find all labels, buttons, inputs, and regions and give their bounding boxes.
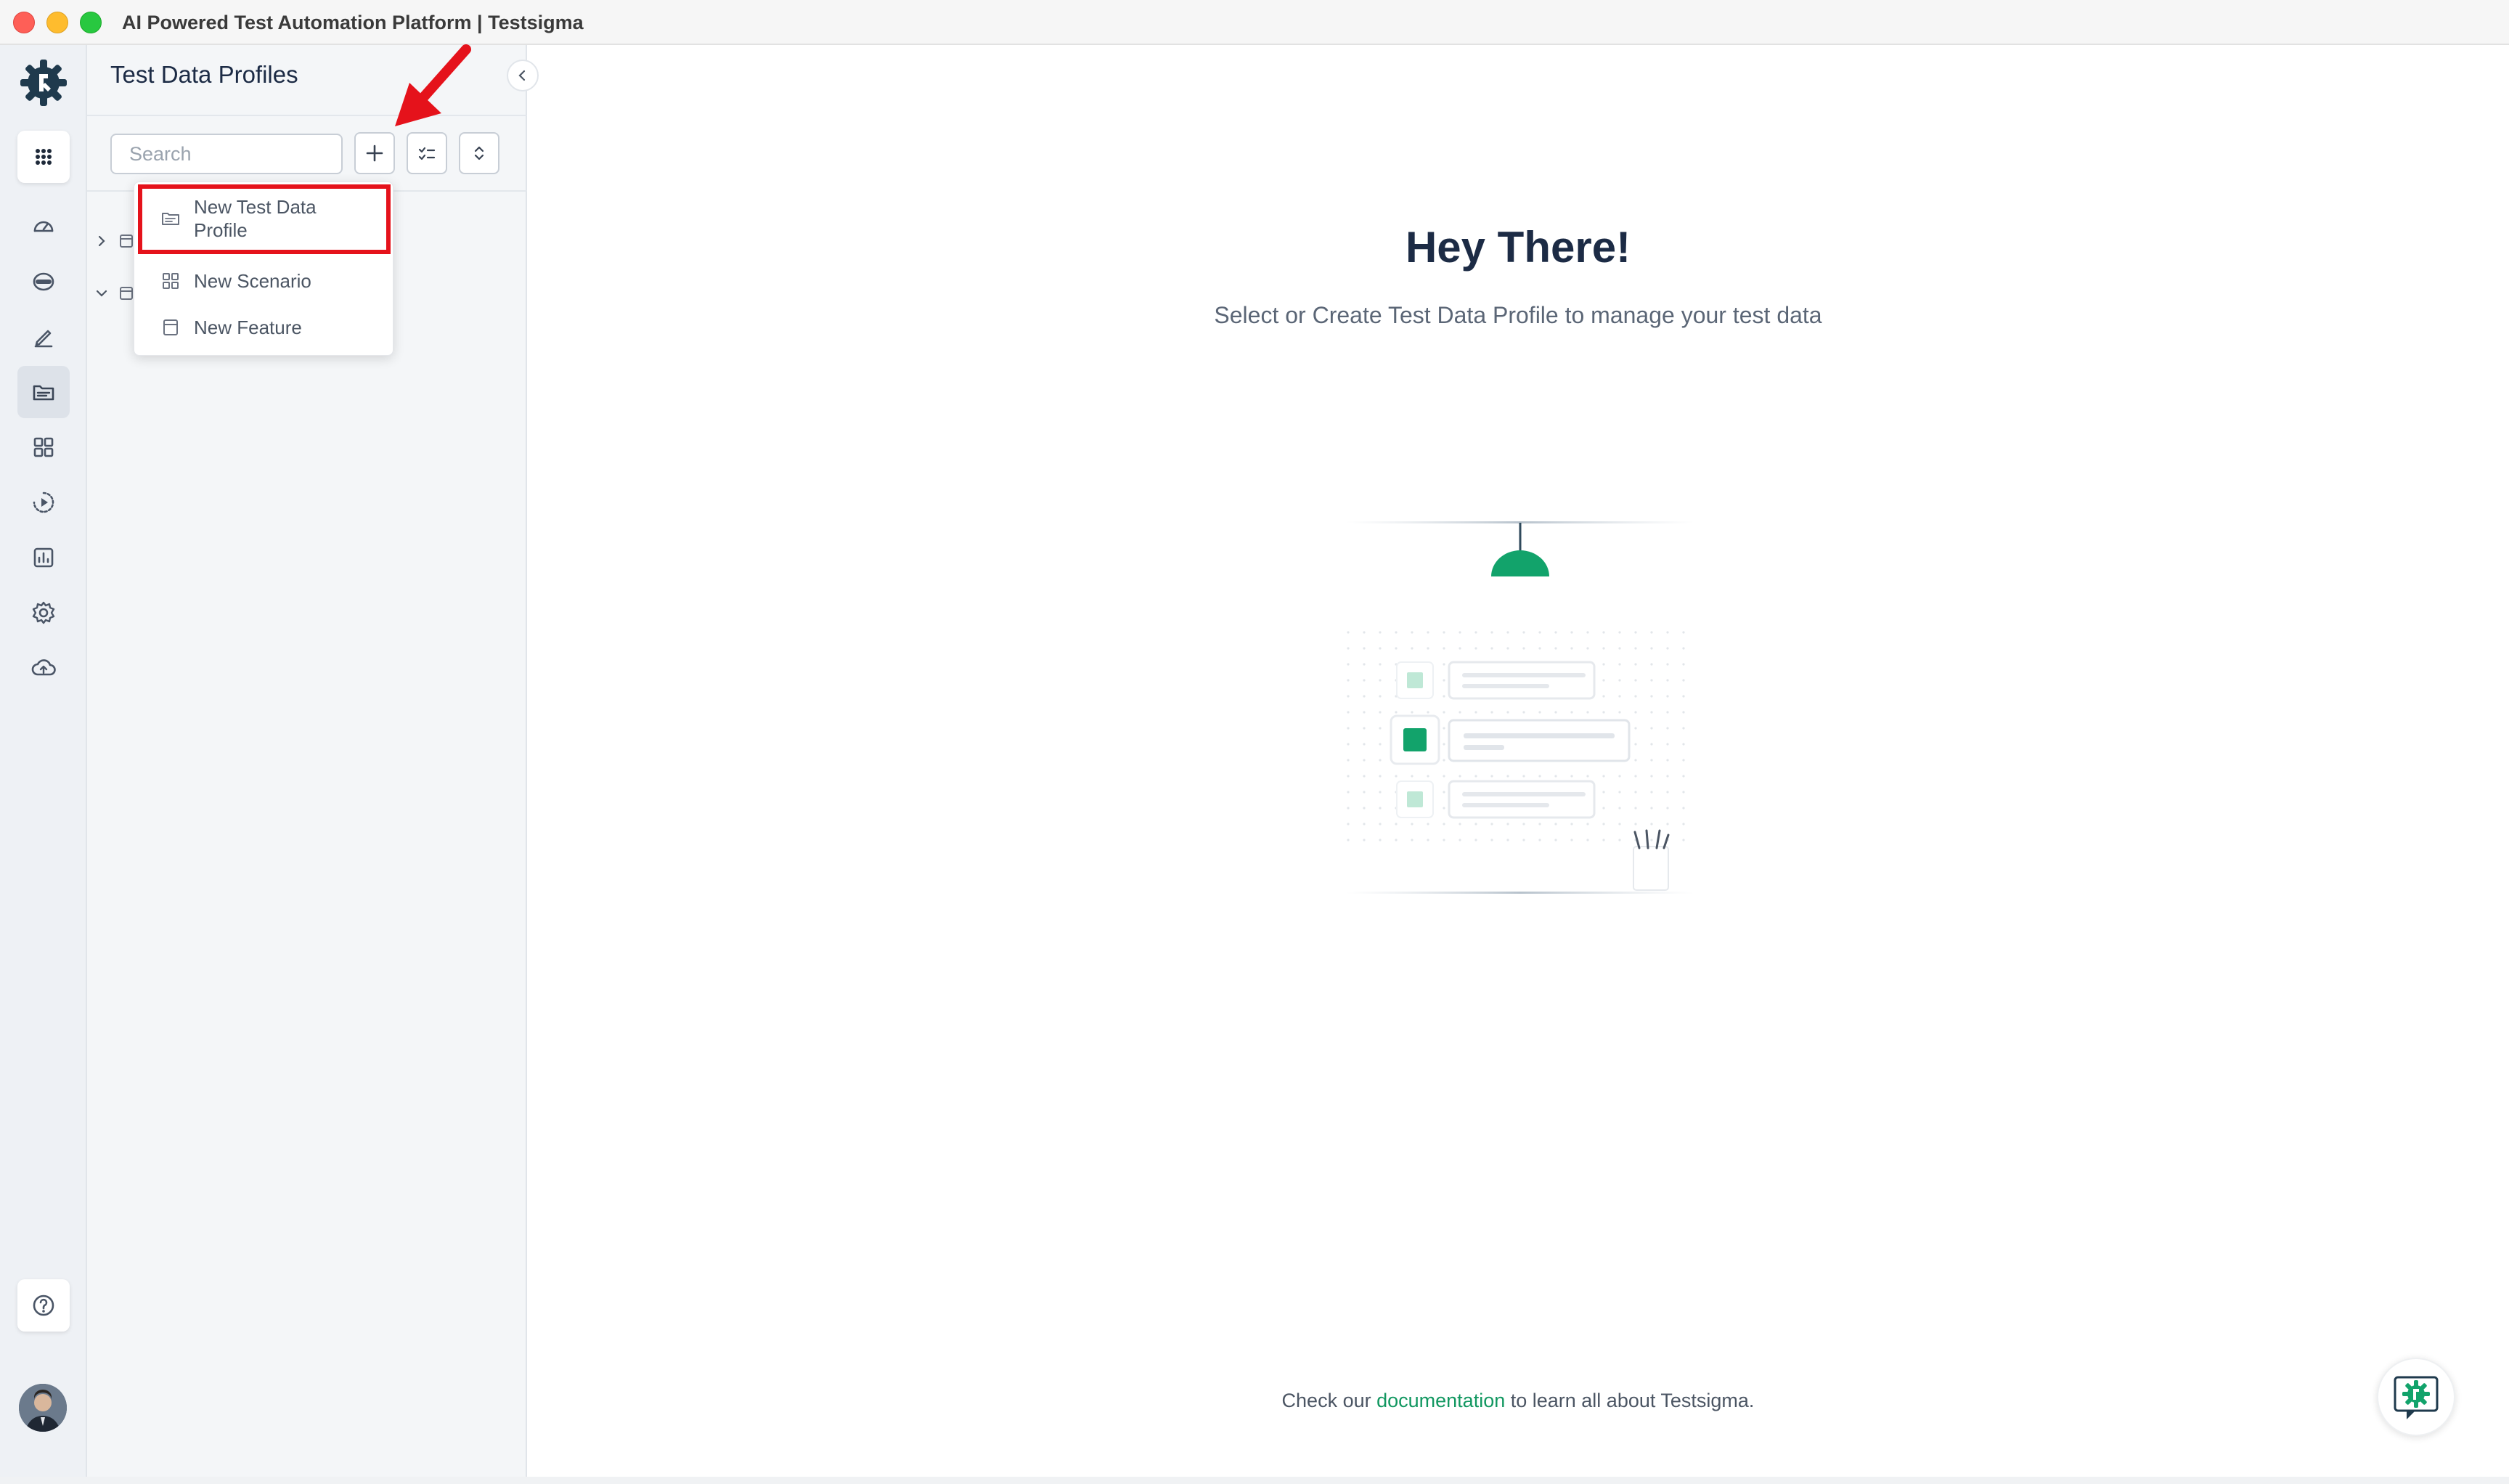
test-development-nav-button[interactable] <box>17 256 70 308</box>
collapse-panel-button[interactable] <box>507 60 539 91</box>
chat-assistant-button[interactable] <box>2377 1358 2455 1436</box>
chevron-right-icon <box>98 235 105 247</box>
footer-suffix: to learn all about Testsigma. <box>1505 1390 1755 1411</box>
window-title: AI Powered Test Automation Platform | Te… <box>122 12 584 33</box>
menu-item-new-scenario[interactable]: New Scenario <box>134 268 394 294</box>
run-nav-button[interactable] <box>17 476 70 529</box>
dashboard-icon <box>33 221 54 232</box>
apps-grid-button[interactable] <box>17 131 70 183</box>
test-data-nav-button[interactable] <box>17 366 70 418</box>
run-icon <box>33 492 54 513</box>
feature-icon <box>120 235 133 248</box>
cloud-upload-nav-button[interactable] <box>17 642 70 694</box>
nav-rail <box>0 45 87 1484</box>
empty-state-illustration <box>1346 521 1694 894</box>
main-content: Hey There! Select or Create Test Data Pr… <box>527 45 2509 1477</box>
window-bottom-edge <box>0 1477 2509 1484</box>
cloud-upload-icon <box>31 659 56 676</box>
edit-nav-button[interactable] <box>17 311 70 363</box>
edit-icon <box>34 330 53 348</box>
documentation-link[interactable]: documentation <box>1376 1390 1505 1411</box>
scenario-icon <box>163 273 179 289</box>
settings-nav-button[interactable] <box>17 587 70 639</box>
reports-nav-button[interactable] <box>17 531 70 584</box>
help-icon <box>33 1295 54 1316</box>
menu-item-label: New Feature <box>194 317 302 338</box>
menu-item-label: New Scenario <box>194 270 311 292</box>
footer-text: Check our documentation to learn all abo… <box>527 1390 2509 1412</box>
testsigma-logo-icon[interactable] <box>17 57 70 109</box>
highlight-box <box>138 184 391 254</box>
annotation-arrow-icon <box>395 44 471 126</box>
components-icon <box>33 437 54 457</box>
apps-grid-icon <box>36 149 52 165</box>
menu-item-new-feature[interactable]: New Feature <box>134 314 394 341</box>
close-window-button[interactable] <box>13 12 35 33</box>
search-input[interactable] <box>110 134 343 174</box>
checklist-icon <box>418 147 436 160</box>
chevron-left-icon <box>518 70 526 81</box>
feature-icon <box>163 319 178 335</box>
panel-title: Test Data Profiles <box>110 61 298 88</box>
sort-icon <box>474 146 484 160</box>
user-avatar[interactable] <box>19 1384 67 1432</box>
components-nav-button[interactable] <box>17 421 70 473</box>
help-button[interactable] <box>17 1279 70 1332</box>
chevron-down-icon <box>96 290 107 297</box>
dashboard-nav-button[interactable] <box>17 200 70 253</box>
settings-icon <box>32 601 55 624</box>
feature-icon <box>120 287 133 300</box>
test-data-icon <box>33 385 54 401</box>
reports-icon <box>33 547 54 568</box>
chat-bot-icon <box>2394 1376 2439 1419</box>
user-photo-icon <box>19 1384 67 1432</box>
test-development-icon <box>33 272 54 291</box>
plus-icon <box>366 144 383 162</box>
empty-state-title: Hey There! <box>1405 223 1631 272</box>
empty-state-subtitle: Select or Create Test Data Profile to ma… <box>1214 302 1822 328</box>
window-titlebar: AI Powered Test Automation Platform | Te… <box>0 0 2509 45</box>
maximize-window-button[interactable] <box>80 12 102 33</box>
minimize-window-button[interactable] <box>46 12 68 33</box>
footer-prefix: Check our <box>1281 1390 1377 1411</box>
